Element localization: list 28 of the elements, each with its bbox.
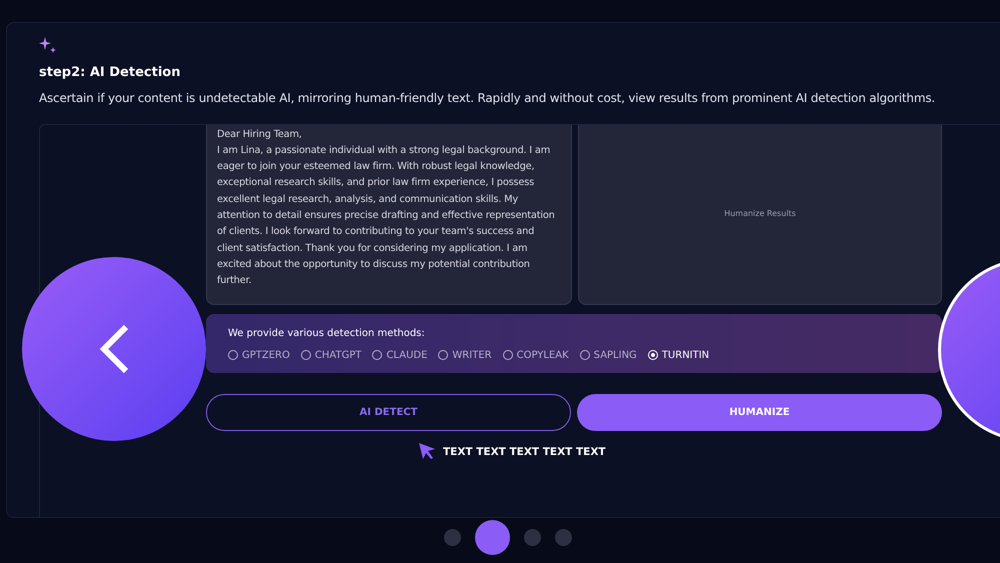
detection-option[interactable]: WRITER [438,348,492,362]
detection-option[interactable]: GPTZERO [228,348,290,362]
detection-option[interactable]: CLAUDE [372,348,428,362]
results-placeholder: Humanize Results [724,208,796,220]
step-title: step2: AI Detection [39,64,182,82]
sparkle-icon [38,35,58,55]
input-text-area[interactable] [206,124,572,304]
results-text-area[interactable]: Humanize Results [578,124,942,304]
radio-icon [228,350,238,360]
radio-icon [438,350,448,360]
letter-body: I am Lina, a passionate individual with a strong legal background. I am eager to join your esteemed law firm. With robust legal knowledge, exceptional research skills, and prior law firm experience, I possess excellent legal research, analysis, and communication skills. My attention to detail ensures precise drafting and effective representation of clients. I look forward to contributing to your team's success and client satisfaction. Thank you for considering my application. I am excited about the opportunity to discuss my potential contribution further. [217,144,556,288]
detection-option[interactable]: TURNITIN [648,348,710,362]
step-description: Ascertain if your content is undetectable AI, mirroring human-friendly text. Rapidly and without cost, view results from prominent AI detection algorithms. [39,90,936,106]
cursor-icon [417,440,437,460]
detection-label: We provide various detection methods: [228,326,426,340]
humanize-button[interactable]: HUMANIZE [577,394,942,430]
detection-option[interactable]: SAPLING [580,348,637,362]
hint-text: TEXT TEXT TEXT TEXT TEXT [443,444,606,460]
radio-icon [502,350,513,360]
radio-icon [372,350,382,360]
radio-icon [648,350,658,360]
detection-option[interactable]: COPYLEAK [502,348,569,362]
radio-icon [580,350,590,360]
radio-icon [300,350,311,360]
ai-detect-button[interactable]: AI DETECT [206,394,571,430]
letter-greeting: Dear Hiring Team, [217,128,303,142]
detection-option[interactable]: CHATGPT [300,348,362,362]
chevron-left-icon [97,323,131,375]
